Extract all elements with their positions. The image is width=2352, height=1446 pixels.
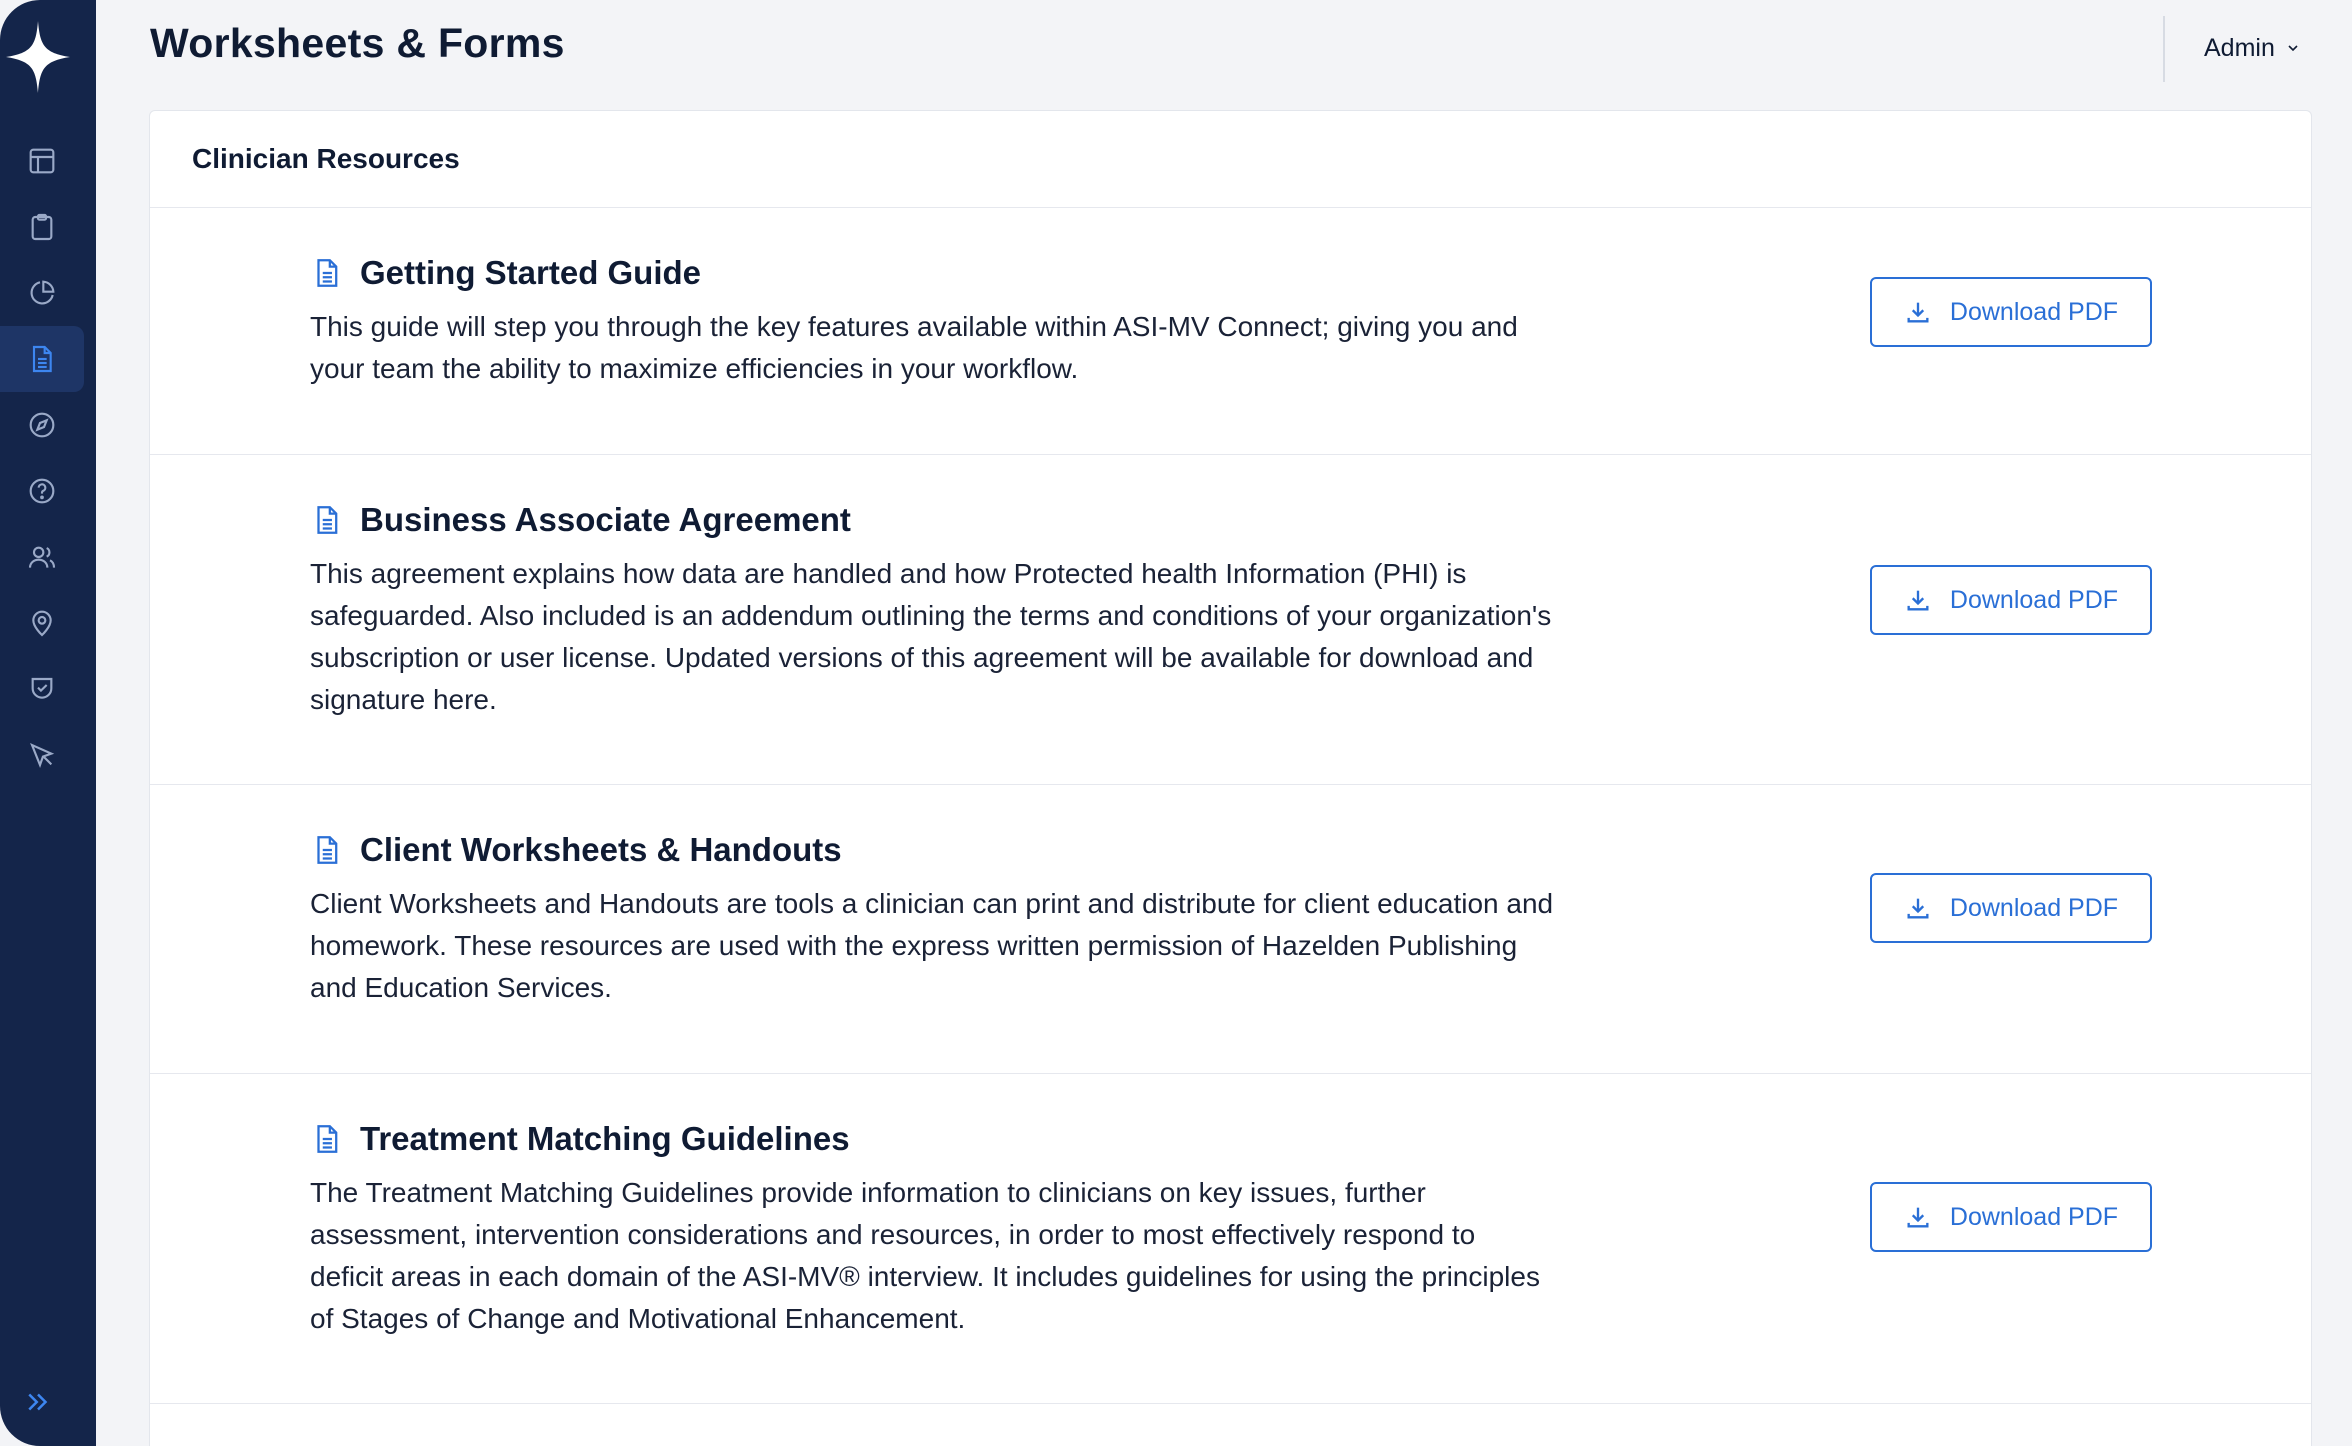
resource-title: Business Associate Agreement [360,501,851,538]
sidebar-item-explore[interactable] [0,392,84,458]
document-icon [317,836,338,864]
download-pdf-button[interactable]: Download PDF [1870,1182,2152,1252]
document-icon [317,259,338,287]
sidebar-item-users[interactable] [0,524,84,590]
download-icon [1907,1207,1929,1228]
sidebar-item-tutorial[interactable] [0,722,84,788]
download-pdf-label: Download PDF [1949,893,2119,922]
users-icon [28,546,56,568]
download-icon [1907,302,1929,323]
document-icon [317,506,338,534]
sidebar-item-worksheets[interactable] [0,326,84,392]
clipboard-icon [31,213,53,241]
star-logo-icon [6,21,70,93]
resource-title: Client Worksheets & Handouts [360,831,842,868]
resource-description: This agreement explains how data are han… [310,558,1552,715]
resource-item: Treatment Matching Guidelines The Treatm… [150,1074,2311,1404]
resource-item: Business Associate Agreement This agreem… [150,455,2311,785]
document-icon [32,345,52,373]
user-menu[interactable]: Admin [2204,30,2301,66]
panel-title: Clinician Resources [192,143,460,174]
sidebar-expand-button[interactable] [18,1384,58,1420]
resource-title-row: Treatment Matching Guidelines [310,1120,850,1158]
chevron-down-icon [2288,45,2298,52]
layout-icon [29,148,55,174]
user-menu-label: Admin [2204,33,2275,62]
top-header: Worksheets & Forms Admin [96,0,2352,100]
sidebar-item-locations[interactable] [0,590,84,656]
resource-description: The Treatment Matching Guidelines provid… [310,1177,1540,1334]
resource-item: Client Worksheets & Handouts Client Work… [150,785,2311,1074]
resource-description: Client Worksheets and Handouts are tools… [310,888,1554,1003]
resource-title: Getting Started Guide [360,254,702,291]
pie-chart-icon [30,280,55,305]
shield-check-icon [31,677,53,699]
download-pdf-label: Download PDF [1949,297,2119,326]
download-pdf-label: Download PDF [1949,1202,2119,1231]
help-circle-icon [29,478,55,504]
download-pdf-button[interactable]: Download PDF [1870,565,2152,635]
cursor-icon [30,742,55,769]
resource-item: Getting Started Guide This guide will st… [150,208,2311,455]
compass-icon [29,412,55,438]
sidebar [0,0,96,1446]
download-icon [1907,898,1929,919]
resource-title-row: Client Worksheets & Handouts [310,831,842,869]
panel-header: Clinician Resources [150,111,2311,208]
sidebar-item-assessments[interactable] [0,194,84,260]
sidebar-item-security[interactable] [0,656,84,722]
resource-title-row: Getting Started Guide [310,254,701,292]
download-pdf-button[interactable]: Download PDF [1870,873,2152,943]
resource-title-row: Business Associate Agreement [310,501,851,539]
double-chevron-right-icon [28,1393,48,1411]
download-pdf-button[interactable]: Download PDF [1870,277,2152,347]
page-title: Worksheets & Forms [150,20,565,66]
map-pin-icon [32,610,52,637]
header-divider [2163,16,2165,82]
download-pdf-label: Download PDF [1949,585,2119,614]
sidebar-item-help[interactable] [0,458,84,524]
app-logo[interactable] [4,18,72,96]
download-icon [1907,590,1929,611]
sidebar-item-reports[interactable] [0,260,84,326]
resource-title: Treatment Matching Guidelines [360,1120,850,1157]
clinician-resources-panel: Clinician Resources Getting Started Guid… [149,110,2312,1446]
resource-description: This guide will step you through the key… [310,311,1518,384]
sidebar-item-dashboard[interactable] [0,128,84,194]
document-icon [317,1125,338,1153]
